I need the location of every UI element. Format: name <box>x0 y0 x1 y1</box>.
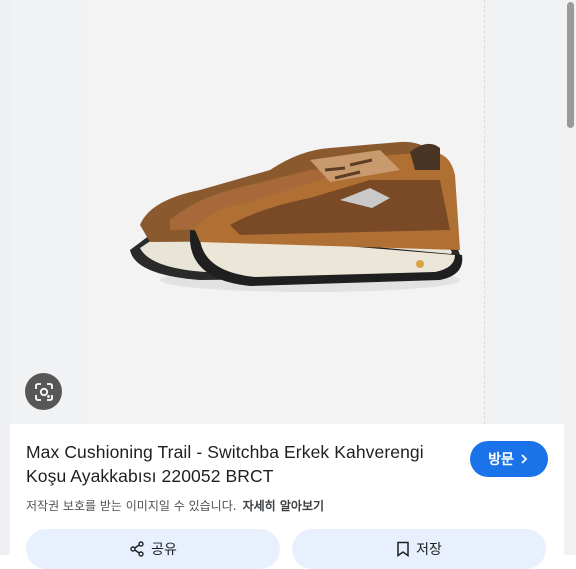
visit-button[interactable]: 방문 <box>470 441 548 477</box>
image-margin-right <box>485 0 564 424</box>
learn-more-link[interactable]: 자세히 알아보기 <box>243 499 324 513</box>
save-button[interactable]: 저장 <box>292 529 546 569</box>
lens-search-button[interactable] <box>25 373 62 410</box>
visit-button-label: 방문 <box>488 451 514 467</box>
image-border <box>484 0 485 424</box>
image-area[interactable] <box>10 0 564 424</box>
lens-search-icon <box>34 382 53 401</box>
product-title[interactable]: Max Cushioning Trail - Switchba Erkek Ka… <box>26 440 456 488</box>
share-button[interactable]: 공유 <box>26 529 280 569</box>
product-image <box>130 141 463 292</box>
product-title-line2: Koşu Ayakkabısı 220052 BRCT <box>26 466 274 486</box>
image-margin-left <box>10 0 90 424</box>
product-title-line1: Max Cushioning Trail - Switchba Erkek Ka… <box>26 442 424 462</box>
copyright-notice: 저작권 보호를 받는 이미지일 수 있습니다. 자세히 알아보기 <box>26 497 324 514</box>
left-gutter <box>0 0 10 555</box>
copyright-text: 저작권 보호를 받는 이미지일 수 있습니다. <box>26 499 237 513</box>
scrollbar[interactable] <box>564 0 576 555</box>
share-label: 공유 <box>151 542 177 558</box>
scrollbar-thumb[interactable] <box>567 2 574 128</box>
image-preview-panel: Max Cushioning Trail - Switchba Erkek Ka… <box>10 0 564 569</box>
chevron-right-icon <box>521 454 528 464</box>
save-label: 저장 <box>416 542 442 558</box>
